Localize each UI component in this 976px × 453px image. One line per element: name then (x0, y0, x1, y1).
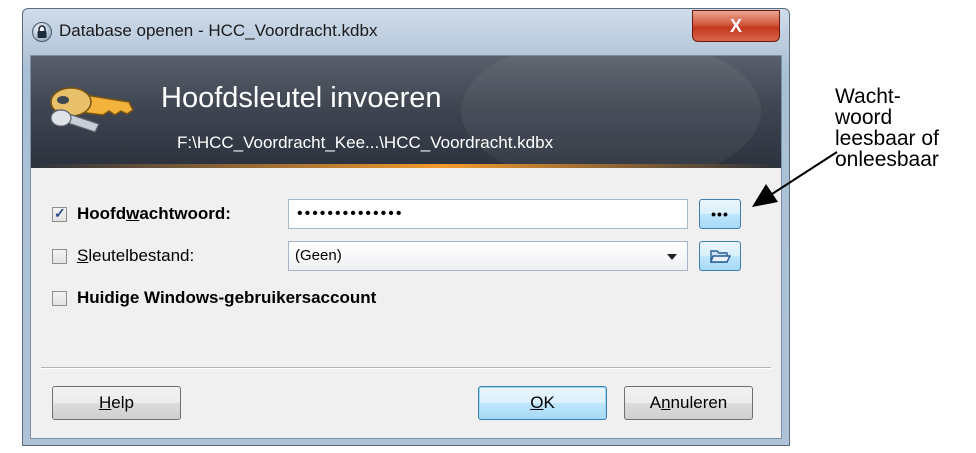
annotation-line: woord (835, 106, 893, 129)
master-password-label: Hoofdwachtwoord: (77, 204, 231, 223)
separator (41, 367, 771, 369)
key-icon (50, 87, 134, 133)
master-password-checkbox[interactable] (52, 205, 67, 222)
folder-open-icon (710, 250, 732, 263)
dialog-client-area: Hoofdsleutel invoeren F:\HCC_Voordracht_… (30, 55, 782, 439)
browse-key-file-button[interactable] (699, 241, 741, 271)
banner-accent-line (31, 164, 781, 168)
banner-title: Hoofdsleutel invoeren (161, 82, 442, 114)
key-file-row: Sleutelbestand: (Geen) (31, 241, 781, 273)
annotation-arrow (752, 151, 838, 207)
title-bar[interactable]: Database openen - HCC_Voordracht.kdbx X (23, 9, 789, 55)
header-banner: Hoofdsleutel invoeren F:\HCC_Voordracht_… (31, 56, 781, 168)
windows-account-checkbox[interactable] (52, 291, 67, 306)
help-button[interactable]: Help (52, 386, 181, 420)
show-password-button[interactable]: ••• (699, 199, 741, 229)
window-title: Database openen - HCC_Voordracht.kdbx (59, 21, 378, 40)
windows-account-row: Huidige Windows-gebruikersaccount (31, 283, 781, 315)
close-button[interactable]: X (692, 10, 780, 42)
key-file-selected: (Geen) (295, 247, 342, 264)
key-file-dropdown[interactable]: (Geen) (288, 241, 688, 271)
annotation-text: Wacht- woord leesbaar of onleesbaar (835, 86, 939, 170)
cancel-button[interactable]: Annuleren (624, 386, 753, 420)
chevron-down-icon (667, 254, 677, 260)
master-password-row: Hoofdwachtwoord: •••••••••••••• ••• (31, 199, 781, 231)
lock-icon (32, 22, 52, 42)
key-file-checkbox[interactable] (52, 249, 67, 264)
dialog-window: Database openen - HCC_Voordracht.kdbx X … (22, 8, 790, 446)
windows-account-label: Huidige Windows-gebruikersaccount (77, 288, 377, 307)
annotation-line: onleesbaar (835, 148, 939, 171)
master-password-field[interactable]: •••••••••••••• (288, 199, 688, 229)
database-path: F:\HCC_Voordracht_Kee...\HCC_Voordracht.… (177, 133, 554, 152)
key-file-label: Sleutelbestand: (77, 246, 195, 265)
annotation-line: leesbaar of (835, 127, 939, 150)
annotation-line: Wacht- (835, 85, 901, 108)
ok-button[interactable]: OK (478, 386, 607, 420)
